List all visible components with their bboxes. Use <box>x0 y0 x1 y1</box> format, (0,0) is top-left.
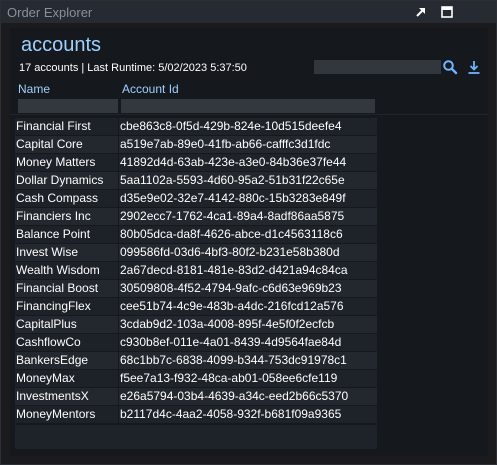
status-text: 17 accounts | Last Runtime: 5/02/2023 5:… <box>19 62 247 74</box>
table-row[interactable]: Invest Wise 099586fd-03d6-4bf3-80f2-b231e… <box>15 244 377 262</box>
account-id-cell: 099586fd-03d6-4bf3-80f2-b231e58b380d <box>119 244 377 261</box>
account-name-cell: CapitalPlus <box>15 316 118 333</box>
table-row[interactable]: Balance Point 80b05dca-da8f-4626-abce-d1c… <box>15 226 377 244</box>
column-header-account-id[interactable]: Account Id <box>122 82 179 96</box>
search-input[interactable] <box>314 60 441 74</box>
table-row[interactable]: MoneyMentors b2117d4c-4aa2-4058-932f-b681… <box>15 406 377 424</box>
account-name-cell: BankersEdge <box>15 352 118 369</box>
account-id-cell: 2902ecc7-1762-4ca1-89a4-8adf86aa5875 <box>119 208 377 225</box>
account-id-cell: f5ee7a13-f932-48ca-ab01-058ee6cfe119 <box>119 370 377 387</box>
table-row[interactable]: CashflowCo c930b8ef-011e-4a01-8439-4d9564… <box>15 334 377 352</box>
table-row[interactable]: Capital Core a519e7ab-89e0-41fb-ab66-caff… <box>15 136 377 154</box>
account-id-cell: 80b05dca-da8f-4626-abce-d1c4563118c6 <box>119 226 377 243</box>
account-id-cell: 41892d4d-63ab-423e-a3e0-84b36e37fe44 <box>119 154 377 171</box>
account-id-cell: c930b8ef-011e-4a01-8439-4d9564fae84d <box>119 334 377 351</box>
account-id-cell: 30509808-4f52-4794-9afc-c6d63e969b23 <box>119 280 377 297</box>
window-title: Order Explorer <box>7 5 93 20</box>
account-id-cell: cbe863c8-0f5d-429b-824e-10d515deefe4 <box>119 118 377 135</box>
accounts-table-body: Financial First cbe863c8-0f5d-429b-824e-1… <box>15 118 377 424</box>
account-id-cell: 68c1bb7c-6838-4099-b344-753dc91978c1 <box>119 352 377 369</box>
account-name-cell: Capital Core <box>15 136 118 153</box>
account-id-cell: 2a67decd-8181-481e-83d2-d421a94c84ca <box>119 262 377 279</box>
account-name-cell: CashflowCo <box>15 334 118 351</box>
table-row[interactable]: FinancingFlex cee51b74-4c9e-483b-a4dc-216… <box>15 298 377 316</box>
account-name-cell: Financial First <box>15 118 118 135</box>
account-name-cell: FinancingFlex <box>15 298 118 315</box>
account-id-cell: a519e7ab-89e0-41fb-ab66-cafffc3d1fdc <box>119 136 377 153</box>
account-id-cell: d35e9e02-32e7-4142-880c-15b3283e849f <box>119 190 377 207</box>
table-row[interactable]: Financial First cbe863c8-0f5d-429b-824e-1… <box>15 118 377 136</box>
maximize-icon[interactable] <box>439 4 455 20</box>
account-id-cell: b2117d4c-4aa2-4058-932f-b681f09a9365 <box>119 406 377 423</box>
account-id-cell: 3cdab9d2-103a-4008-895f-4e5f0f2ecfcb <box>119 316 377 333</box>
table-row[interactable]: Financial Boost 30509808-4f52-4794-9afc-c… <box>15 280 377 298</box>
account-name-cell: Dollar Dynamics <box>15 172 118 189</box>
table-row[interactable]: Money Matters 41892d4d-63ab-423e-a3e0-84b… <box>15 154 377 172</box>
title-bar[interactable]: Order Explorer <box>1 1 496 23</box>
account-name-cell: MoneyMentors <box>15 406 118 423</box>
download-icon[interactable] <box>466 59 482 75</box>
table-row[interactable]: Dollar Dynamics 5aa1102a-5593-4d60-95a2-5… <box>15 172 377 190</box>
account-id-cell: 5aa1102a-5593-4d60-95a2-51b31f22c65e <box>119 172 377 189</box>
account-id-cell: cee51b74-4c9e-483b-a4dc-216fcd12a576 <box>119 298 377 315</box>
table-row[interactable]: Cash Compass d35e9e02-32e7-4142-880c-15b3… <box>15 190 377 208</box>
header-divider <box>10 114 488 115</box>
table-row[interactable]: InvestmentsX e26a5794-03b4-4639-a34c-eed2… <box>15 388 377 406</box>
account-name-cell: Balance Point <box>15 226 118 243</box>
table-row[interactable]: BankersEdge 68c1bb7c-6838-4099-b344-753dc… <box>15 352 377 370</box>
table-row[interactable]: CapitalPlus 3cdab9d2-103a-4008-895f-4e5f0… <box>15 316 377 334</box>
table-empty-area <box>15 425 377 449</box>
panel-heading: accounts <box>21 34 102 56</box>
popout-icon[interactable] <box>413 4 429 20</box>
name-filter-input[interactable] <box>18 99 118 113</box>
table-row[interactable]: Financiers Inc 2902ecc7-1762-4ca1-89a4-8a… <box>15 208 377 226</box>
accounts-panel: accounts 17 accounts | Last Runtime: 5/0… <box>10 28 488 456</box>
account-name-cell: Cash Compass <box>15 190 118 207</box>
account-name-cell: Money Matters <box>15 154 118 171</box>
column-header-name[interactable]: Name <box>18 82 50 96</box>
account-name-cell: Financial Boost <box>15 280 118 297</box>
account-name-cell: InvestmentsX <box>15 388 118 405</box>
account-name-cell: Invest Wise <box>15 244 118 261</box>
account-id-cell: e26a5794-03b4-4639-a34c-eed2b66c5370 <box>119 388 377 405</box>
account-name-cell: MoneyMax <box>15 370 118 387</box>
account-name-cell: Wealth Wisdom <box>15 262 118 279</box>
table-row[interactable]: MoneyMax f5ee7a13-f932-48ca-ab01-058ee6cf… <box>15 370 377 388</box>
search-icon[interactable] <box>442 59 458 75</box>
table-row[interactable]: Wealth Wisdom 2a67decd-8181-481e-83d2-d42… <box>15 262 377 280</box>
order-explorer-window: Order Explorer accounts 17 accounts | La… <box>0 0 497 465</box>
account-id-filter-input[interactable] <box>121 99 375 113</box>
account-name-cell: Financiers Inc <box>15 208 118 225</box>
